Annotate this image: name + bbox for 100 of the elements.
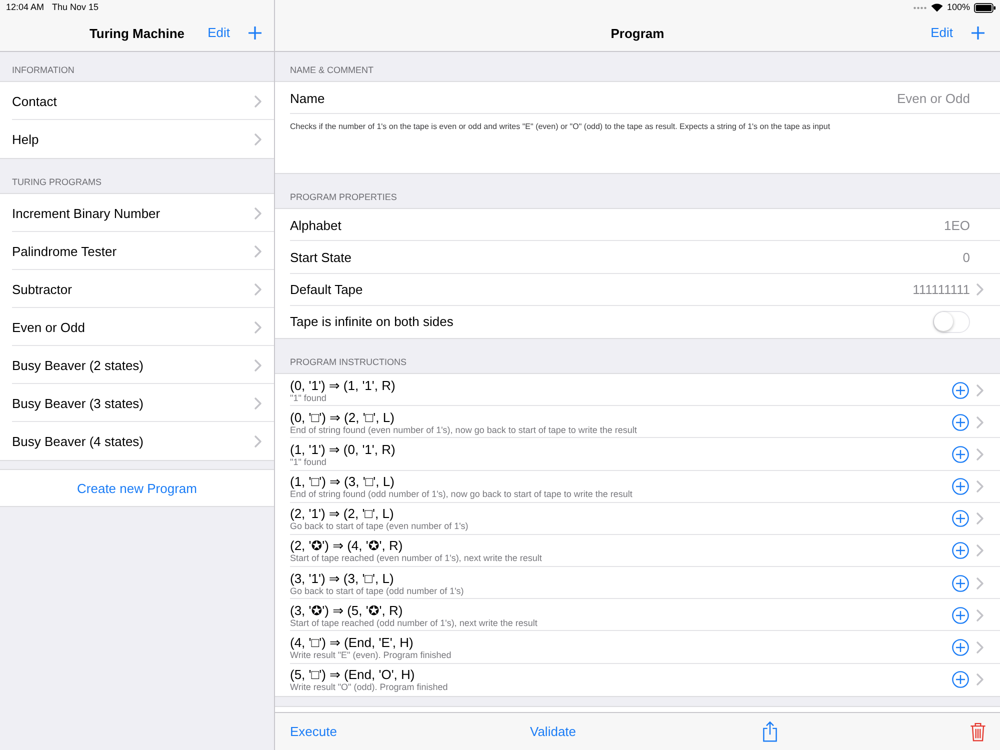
insert-button[interactable] [952, 542, 969, 560]
field-label: Tape is infinite on both sides [290, 314, 454, 330]
plus-circle-icon [952, 671, 969, 688]
chevron-icon [254, 396, 262, 410]
insert-button[interactable] [952, 478, 969, 496]
chevron-icon [254, 282, 262, 296]
chevron-icon [976, 608, 984, 622]
field-label: Alphabet [290, 218, 342, 233]
instruction-rule[interactable]: (4, '□') ⇒ (End, 'E', H) [290, 635, 452, 650]
section-header: PROGRAM PROPERTIES [289, 191, 398, 204]
instruction-note: Write result "O" (odd). Program finished [290, 682, 448, 692]
status-date: Thu Nov 15 [52, 2, 99, 13]
instruction-rule[interactable]: (1, '□') ⇒ (3, '□', L) [290, 474, 632, 490]
instruction-rule[interactable]: (5, '□') ⇒ (End, 'O', H) [290, 667, 448, 682]
toolbar-button[interactable]: Execute [290, 724, 337, 740]
instruction-rule[interactable]: (1, '1') ⇒ (0, '1', R) [290, 442, 396, 457]
instruction-rule[interactable]: (3, '✪') ⇒ (5, '✪', R) [290, 602, 538, 618]
trash-icon [970, 722, 986, 742]
plus-icon [248, 26, 262, 40]
chevron-icon [976, 480, 984, 494]
instruction-note: Go back to start of tape (even number of 1's) [290, 521, 468, 532]
field-label: Default Tape [290, 282, 363, 298]
plus-circle-icon [952, 510, 969, 528]
sidebar-item[interactable]: Even or Odd [0, 308, 274, 346]
wifi-icon [930, 3, 943, 12]
plus-circle-icon [952, 542, 969, 560]
plus-circle-icon [952, 478, 969, 496]
instruction-rule[interactable]: (3, '1') ⇒ (3, '□', L) [290, 570, 464, 586]
section-header: INFORMATION [11, 64, 76, 77]
plus-circle-icon [952, 639, 969, 656]
delete-button[interactable] [970, 722, 986, 742]
plus-circle-icon [952, 606, 969, 624]
insert-button[interactable] [952, 382, 969, 399]
instruction-note: Go back to start of tape (odd number of 1's) [290, 586, 464, 596]
battery-icon [974, 2, 996, 12]
edit-button[interactable]: Edit [930, 25, 953, 41]
chevron-icon [254, 132, 262, 146]
plus-circle-icon [952, 574, 969, 592]
instruction-note: "1" found [290, 392, 328, 403]
nav-title: Turing Machine [89, 26, 185, 40]
instruction-note: "1" found [290, 456, 328, 467]
insert-button[interactable] [952, 639, 969, 656]
instruction-rule[interactable]: (2, '1') ⇒ (2, '□', L) [290, 506, 468, 522]
sidebar-item[interactable]: Subtractor [0, 270, 274, 308]
toggle-switch[interactable] [933, 310, 970, 333]
instruction-rule[interactable]: (0, '1') ⇒ (1, '1', R) [290, 378, 396, 393]
instruction-note: Start of tape reached (even number of 1's), next write the result [290, 553, 542, 564]
chevron-icon [254, 94, 262, 108]
field-label: Name [290, 90, 325, 106]
plus-circle-icon [952, 382, 969, 399]
chevron-icon [976, 283, 984, 296]
section-header: PROGRAM INSTRUCTIONS [289, 356, 408, 369]
plus-icon [971, 26, 985, 40]
sidebar-item[interactable]: Busy Beaver (2 states) [0, 346, 274, 384]
sidebar-item[interactable]: Increment Binary Number [0, 194, 274, 232]
chevron-icon [976, 384, 984, 397]
chevron-icon [254, 244, 262, 258]
field-label: Start State [290, 250, 352, 265]
add-button[interactable] [248, 26, 262, 40]
instruction-note: End of string found (even number of 1's), now go back to start of tape to write the result [290, 424, 637, 435]
insert-button[interactable] [952, 606, 969, 624]
insert-button[interactable] [952, 671, 969, 688]
comment-field[interactable]: Checks if the number of 1's on the tape is even or odd and writes "E" (even) or "O" (odd) to the tape as result. Expects a string of 1's on the tape as input [290, 122, 985, 132]
instruction-note: Write result "E" (even). Program finished [290, 650, 452, 660]
sidebar-item[interactable]: Busy Beaver (4 states) [0, 422, 274, 460]
battery-percent: 100% [946, 2, 970, 13]
chevron-icon [254, 206, 262, 220]
insert-button[interactable] [952, 574, 969, 592]
chevron-icon [976, 641, 984, 654]
sidebar-item[interactable]: Palindrome Tester [0, 232, 274, 270]
instruction-note: End of string found (odd number of 1's), now go back to start of tape to write the result [290, 489, 632, 500]
add-button[interactable] [971, 26, 985, 40]
chevron-icon [976, 576, 984, 590]
instruction-rule[interactable]: (0, '□') ⇒ (2, '□', L) [290, 410, 637, 425]
section-header: TURING PROGRAMS [11, 176, 103, 189]
nav-title: Program [610, 26, 664, 40]
instruction-note: Start of tape reached (odd number of 1's), next write the result [290, 618, 538, 628]
signal-icon [912, 6, 927, 10]
section-header: NAME & COMMENT [289, 64, 375, 77]
share-button[interactable] [762, 721, 778, 742]
toolbar-button[interactable]: Validate [530, 724, 576, 740]
insert-button[interactable] [952, 510, 969, 528]
insert-button[interactable] [952, 414, 969, 431]
share-icon [762, 721, 778, 742]
edit-button[interactable]: Edit [208, 25, 230, 41]
plus-circle-icon [952, 446, 969, 463]
sidebar-item[interactable]: Help [0, 120, 274, 158]
sidebar-item[interactable]: Busy Beaver (3 states) [0, 384, 274, 422]
sidebar-item[interactable]: Contact [0, 82, 274, 120]
instruction-rule[interactable]: (2, '✪') ⇒ (4, '✪', R) [290, 538, 542, 554]
chevron-icon [976, 544, 984, 558]
chevron-icon [254, 320, 262, 334]
chevron-icon [254, 358, 262, 372]
status-time: 12:04 AM [6, 2, 44, 13]
chevron-icon [976, 416, 984, 429]
chevron-icon [976, 512, 984, 526]
insert-button[interactable] [952, 446, 969, 463]
plus-circle-icon [952, 414, 969, 431]
chevron-icon [976, 673, 984, 686]
chevron-icon [976, 448, 984, 461]
